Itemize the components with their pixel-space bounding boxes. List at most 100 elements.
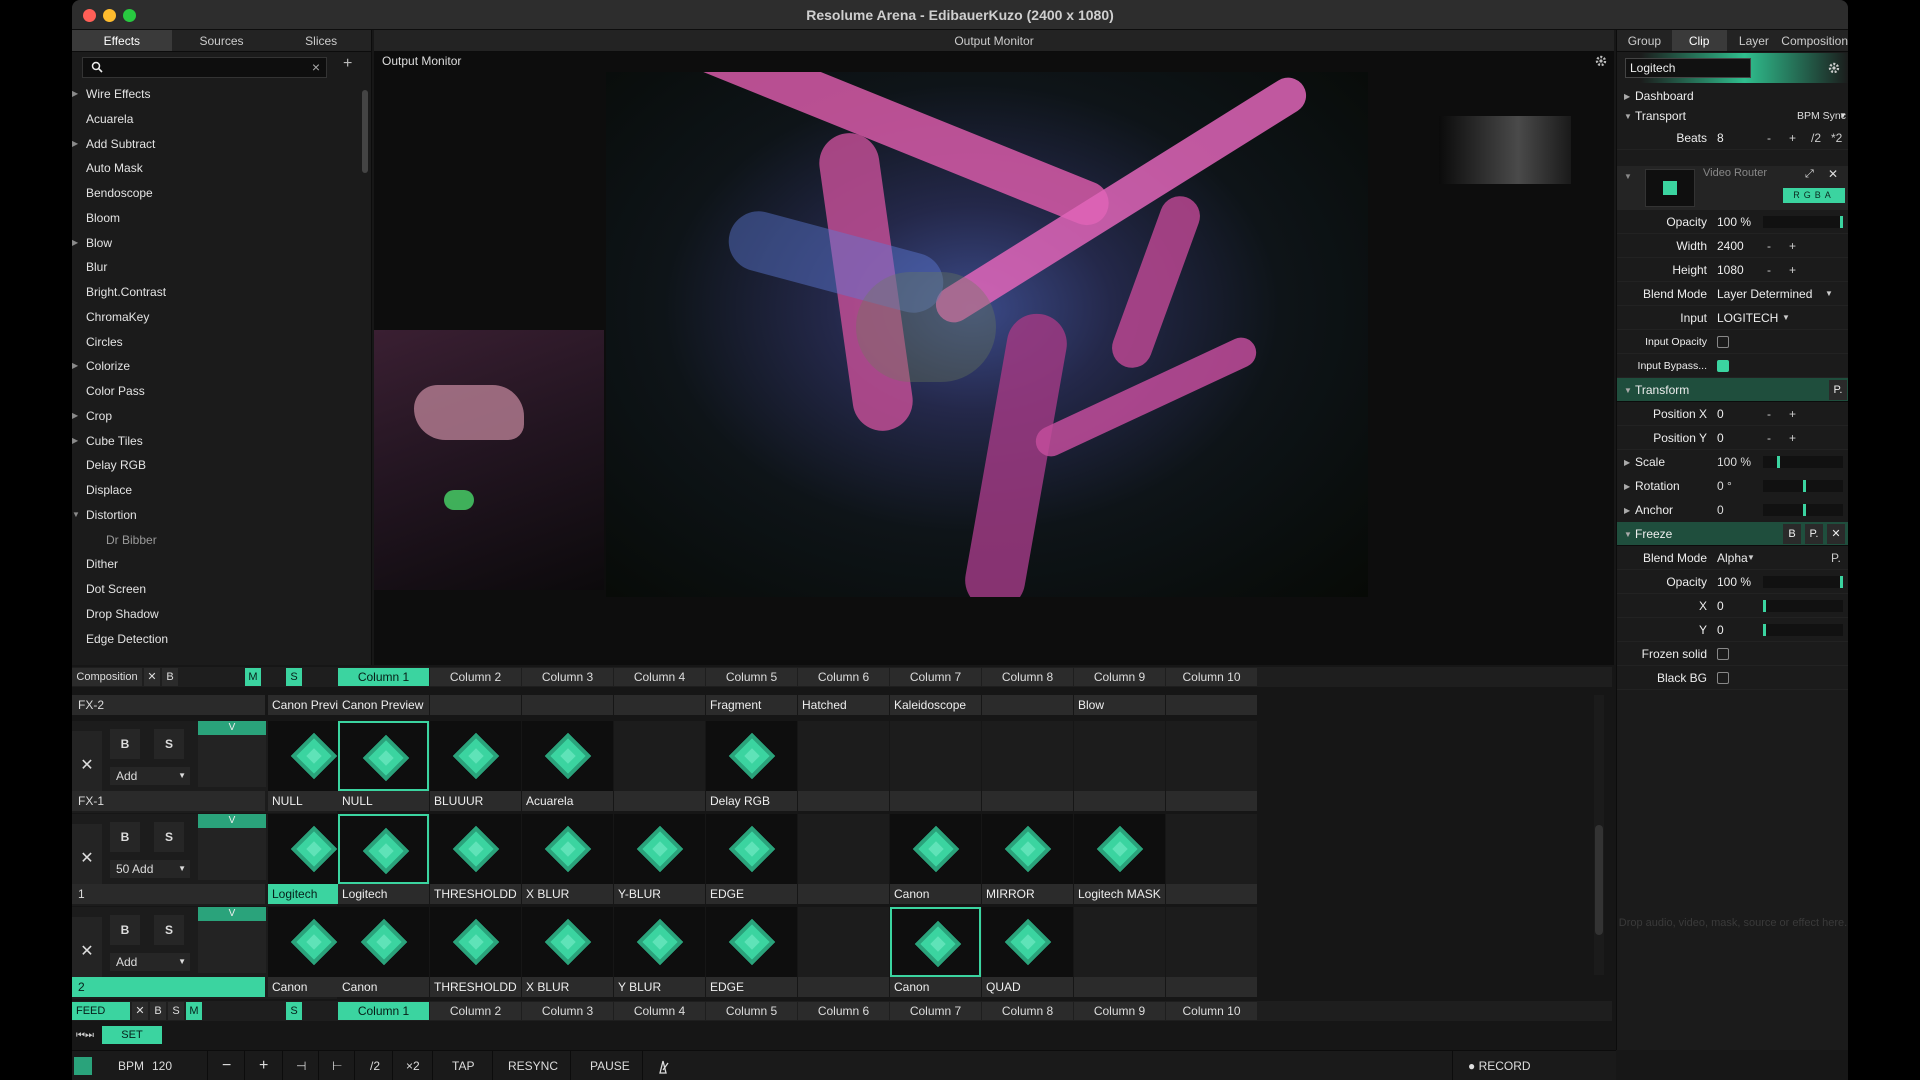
tap-button[interactable]: TAP bbox=[452, 1051, 474, 1080]
effect-item[interactable]: Acuarela bbox=[72, 107, 362, 132]
top-column-6[interactable]: Column 6 bbox=[798, 668, 889, 686]
layer-solo-button[interactable]: S bbox=[154, 822, 184, 852]
top-column-5[interactable]: Column 5 bbox=[706, 668, 797, 686]
layer-blend-dropdown[interactable]: 50 Add ▼ bbox=[110, 860, 190, 878]
fx2-cell[interactable]: Blow bbox=[1074, 695, 1165, 715]
scale-slider[interactable] bbox=[1763, 456, 1843, 468]
effect-item[interactable]: ▶ Cube Tiles bbox=[72, 429, 362, 454]
expand-arrow-icon[interactable]: ▶ bbox=[1624, 506, 1630, 515]
freeze-bypass-button[interactable]: B bbox=[1783, 524, 1801, 544]
effects-scrollbar[interactable] bbox=[362, 90, 368, 173]
layer-video-toggle[interactable]: V bbox=[198, 907, 266, 921]
effect-item[interactable]: ▼ Distortion bbox=[72, 503, 362, 528]
effect-item[interactable]: Blur bbox=[72, 255, 362, 280]
record-button[interactable]: ● RECORD bbox=[1468, 1051, 1531, 1080]
feed-clear-button[interactable]: ✕ bbox=[132, 1002, 148, 1020]
metronome-icon[interactable] bbox=[656, 1051, 670, 1080]
clip-cell[interactable]: Delay RGB bbox=[706, 721, 797, 811]
opacity-slider[interactable] bbox=[1763, 216, 1843, 228]
effect-item[interactable]: Dither bbox=[72, 552, 362, 577]
beats-plus-button[interactable]: + bbox=[1789, 126, 1796, 150]
clip-cell[interactable]: MIRROR bbox=[982, 814, 1073, 904]
effect-item[interactable]: ▶ Wire Effects bbox=[72, 82, 362, 107]
clip-cell[interactable]: THRESHOLDD bbox=[430, 814, 521, 904]
expand-arrow-icon[interactable]: ▶ bbox=[1624, 482, 1630, 491]
layer-opacity-fader[interactable] bbox=[198, 828, 266, 880]
tab-sources[interactable]: Sources bbox=[172, 30, 272, 51]
clip-cell[interactable] bbox=[1166, 814, 1257, 904]
effect-item[interactable]: Edge Detection bbox=[72, 627, 362, 652]
freeze-blend-preset-button[interactable]: P. bbox=[1831, 546, 1841, 570]
fx2-cell[interactable] bbox=[614, 695, 705, 715]
black-bg-checkbox[interactable] bbox=[1717, 672, 1729, 684]
layer-opacity-fader[interactable] bbox=[198, 735, 266, 787]
fx2-cell[interactable]: Hatched bbox=[798, 695, 889, 715]
position-y-plus-button[interactable]: + bbox=[1789, 426, 1796, 450]
width-plus-button[interactable]: + bbox=[1789, 234, 1796, 258]
transform-preset-button[interactable]: P. bbox=[1829, 380, 1847, 400]
tab-group[interactable]: Group bbox=[1617, 30, 1672, 51]
expand-arrow-icon[interactable]: ▶ bbox=[1624, 458, 1630, 467]
freeze-y-slider[interactable] bbox=[1763, 624, 1843, 636]
beats-half-button[interactable]: /2 bbox=[1811, 126, 1821, 150]
position-x-plus-button[interactable]: + bbox=[1789, 402, 1796, 426]
clip-cell[interactable] bbox=[798, 907, 889, 997]
bottom-column-10[interactable]: Column 10 bbox=[1166, 1002, 1257, 1020]
height-plus-button[interactable]: + bbox=[1789, 258, 1796, 282]
effect-item[interactable]: ▶ Crop bbox=[72, 404, 362, 429]
tab-effects[interactable]: Effects bbox=[72, 30, 172, 51]
expand-arrow-icon[interactable]: ▶ bbox=[72, 429, 82, 454]
collapse-arrow-icon[interactable]: ▼ bbox=[72, 503, 82, 528]
effect-item[interactable]: Auto Mask bbox=[72, 156, 362, 181]
layer-solo-button[interactable]: S bbox=[154, 729, 184, 759]
bpm-value[interactable]: 120 bbox=[152, 1051, 172, 1080]
bpm-minus-button[interactable]: − bbox=[222, 1051, 231, 1080]
fx2-cell[interactable]: Fragment bbox=[706, 695, 797, 715]
bottom-column-3[interactable]: Column 3 bbox=[522, 1002, 613, 1020]
clip-cell[interactable]: X BLUR bbox=[522, 814, 613, 904]
effect-item[interactable]: Bendoscope bbox=[72, 181, 362, 206]
layer-blend-dropdown[interactable]: Add ▼ bbox=[110, 767, 190, 785]
input-bypass-checkbox[interactable] bbox=[1717, 360, 1729, 372]
resync-button[interactable]: RESYNC bbox=[508, 1051, 558, 1080]
clip-cell[interactable]: EDGE bbox=[706, 907, 797, 997]
composition-label[interactable]: Composition bbox=[72, 668, 142, 686]
bpm-half-button[interactable]: /2 bbox=[370, 1051, 380, 1080]
layer-video-toggle[interactable]: V bbox=[198, 721, 266, 735]
clip-cell[interactable]: Canon bbox=[890, 907, 981, 997]
clip-name-field[interactable]: Logitech bbox=[1625, 58, 1751, 78]
bottom-column-5[interactable]: Column 5 bbox=[706, 1002, 797, 1020]
top-column-4[interactable]: Column 4 bbox=[614, 668, 705, 686]
feed-bypass-button[interactable]: B bbox=[150, 1002, 166, 1020]
clip-cell[interactable]: Y-BLUR bbox=[614, 814, 705, 904]
expand-icon[interactable]: ⤢ bbox=[1805, 168, 1814, 181]
clip-cell[interactable]: EDGE bbox=[706, 814, 797, 904]
input-opacity-checkbox[interactable] bbox=[1717, 336, 1729, 348]
layer-name[interactable]: 1 bbox=[72, 884, 265, 904]
clip-cell[interactable] bbox=[1166, 907, 1257, 997]
feed-layer-name[interactable]: FEED bbox=[72, 1002, 130, 1020]
effect-item[interactable]: Circles bbox=[72, 330, 362, 355]
clip-cell[interactable]: Acuarela bbox=[522, 721, 613, 811]
feed-mute-button[interactable]: M bbox=[186, 1002, 202, 1020]
freeze-remove-icon[interactable]: ✕ bbox=[1827, 524, 1845, 544]
layer-opacity-fader[interactable] bbox=[198, 921, 266, 973]
fx2-layer-name[interactable]: FX-2 bbox=[72, 695, 265, 715]
bottom-column-2[interactable]: Column 2 bbox=[430, 1002, 521, 1020]
clip-cell[interactable]: Logitech MASK bbox=[1074, 814, 1165, 904]
clip-cell[interactable]: Logitech bbox=[338, 814, 429, 904]
feed-solo-button[interactable]: S bbox=[168, 1002, 184, 1020]
clip-cell[interactable] bbox=[890, 721, 981, 811]
top-column-7[interactable]: Column 7 bbox=[890, 668, 981, 686]
top-column-9[interactable]: Column 9 bbox=[1074, 668, 1165, 686]
clip-cell[interactable] bbox=[798, 814, 889, 904]
composition-solo-button[interactable]: S bbox=[286, 668, 302, 686]
blend-mode-dropdown[interactable]: Layer Determined bbox=[1717, 282, 1812, 306]
rotation-slider[interactable] bbox=[1763, 480, 1843, 492]
bottom-column-4[interactable]: Column 4 bbox=[614, 1002, 705, 1020]
bottom-column-9[interactable]: Column 9 bbox=[1074, 1002, 1165, 1020]
clip-cell[interactable] bbox=[614, 721, 705, 811]
effect-item[interactable]: Displace bbox=[72, 478, 362, 503]
beats-minus-button[interactable]: - bbox=[1767, 126, 1771, 150]
top-column-8[interactable]: Column 8 bbox=[982, 668, 1073, 686]
